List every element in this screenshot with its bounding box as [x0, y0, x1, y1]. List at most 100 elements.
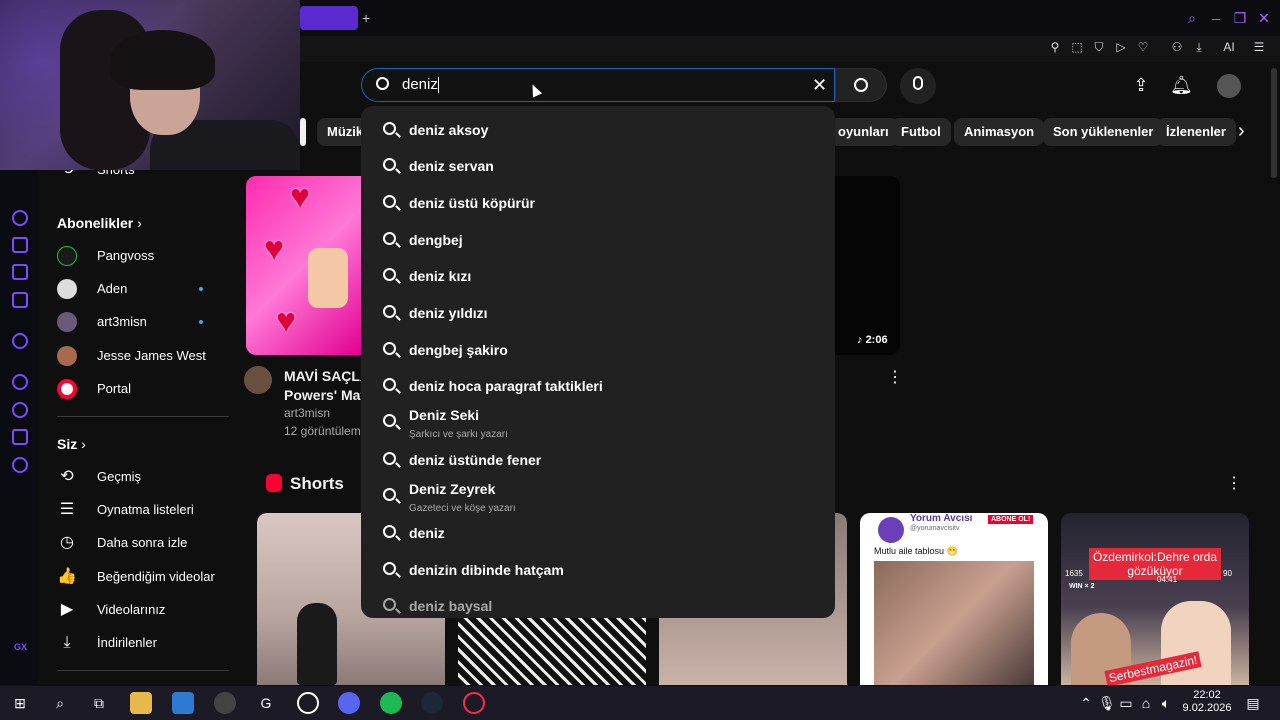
avatar[interactable]: [244, 366, 272, 394]
clear-search-icon[interactable]: ✕: [812, 75, 827, 96]
task-view-icon[interactable]: ⧉: [88, 692, 110, 714]
speed-icon[interactable]: [12, 210, 28, 226]
divider: [57, 416, 229, 417]
discord-icon[interactable]: [338, 692, 360, 714]
subscribe-badge: ABONE OL!: [988, 515, 1034, 524]
restore-icon[interactable]: ❐: [1230, 8, 1250, 28]
search-button[interactable]: [835, 68, 887, 102]
short-card[interactable]: Yorum Avcısı @yorumavcisitv ABONE OL! Mu…: [860, 513, 1048, 685]
suggestion-item[interactable]: Deniz Zeyrek Gazeteci ve köşe yazarı: [361, 478, 835, 514]
sidebar-item-your-videos[interactable]: ▶ Videolarınız: [38, 596, 238, 624]
short-card[interactable]: Özdemirkol:Dehre orda gözüküyor 1635 04:…: [1061, 513, 1249, 685]
scrollbar[interactable]: [1271, 68, 1277, 178]
ai-button[interactable]: AI: [1214, 38, 1244, 56]
tab-bar: [300, 0, 1280, 36]
m-icon[interactable]: [12, 292, 28, 308]
suggestion-item[interactable]: deniz hoca paragraf taktikleri: [361, 368, 835, 404]
player-icon[interactable]: [12, 374, 28, 390]
sidebar-item-watch-later[interactable]: ◷ Daha sonra izle: [38, 529, 238, 557]
you-heading[interactable]: Siz ›: [57, 436, 86, 452]
search-icon[interactable]: ⌕: [49, 692, 71, 714]
voice-search-button[interactable]: [900, 68, 936, 104]
chip-futbol[interactable]: Futbol: [891, 118, 951, 146]
sidebar-item-liked-videos[interactable]: 👍 Beğendiğim videolar: [38, 563, 238, 591]
bag-icon[interactable]: [12, 237, 28, 253]
video-title[interactable]: MAVİ SAÇLA Powers' Matc: [284, 367, 364, 405]
sidebar-item-history[interactable]: ⟲ Geçmiş: [38, 463, 238, 491]
spotify-icon[interactable]: [380, 692, 402, 714]
windows-start-icon[interactable]: ⊞: [9, 692, 31, 714]
minimize-icon[interactable]: –: [1206, 8, 1226, 28]
chip-son-yuklenenler[interactable]: Son yüklenenler: [1043, 118, 1164, 146]
chip-animasyon[interactable]: Animasyon: [954, 118, 1045, 146]
suggestion-item[interactable]: dengbej şakiro: [361, 332, 835, 368]
suggestion-item[interactable]: denizin dibinde hatçam: [361, 552, 835, 588]
clock[interactable]: 22:02 9.02.2026: [1180, 689, 1234, 715]
network-icon[interactable]: ⌂: [1138, 692, 1154, 714]
suggestion-item[interactable]: deniz: [361, 515, 835, 551]
search-icon: [854, 78, 868, 92]
file-explorer-icon[interactable]: [130, 692, 152, 714]
sidebar-item-aden[interactable]: Aden: [38, 275, 238, 303]
search-input[interactable]: deniz ✕: [361, 68, 835, 102]
opera-gx-icon[interactable]: [463, 692, 485, 714]
pin-icon[interactable]: ⚲: [1046, 38, 1064, 56]
search-icon[interactable]: ⌕: [1182, 8, 1202, 28]
chip-oyunlari[interactable]: oyunları: [830, 118, 899, 146]
new-tab-icon[interactable]: +: [362, 10, 376, 26]
history-icon[interactable]: [12, 402, 28, 418]
app-icon[interactable]: [172, 692, 194, 714]
sidebar-item-pangvoss[interactable]: Pangvoss: [38, 242, 238, 270]
active-tab[interactable]: [300, 6, 358, 30]
sidebar-item-portal[interactable]: Portal: [38, 375, 238, 403]
suggestion-item[interactable]: deniz baysal: [361, 588, 835, 618]
suggestion-item[interactable]: deniz aksoy: [361, 112, 835, 148]
avatar[interactable]: [1217, 74, 1241, 98]
volume-icon[interactable]: 🔈︎: [1158, 692, 1174, 714]
battery-icon[interactable]: ▭: [1118, 692, 1134, 714]
sidebar-item-jesse-james-west[interactable]: Jesse James West: [38, 342, 238, 370]
app-icon[interactable]: [214, 692, 236, 714]
extensions-icon[interactable]: [12, 429, 28, 445]
suggestion-item[interactable]: deniz servan: [361, 148, 835, 184]
channel-name[interactable]: art3misn: [284, 406, 330, 420]
download-icon[interactable]: ⤓: [1190, 38, 1208, 56]
app-icon[interactable]: G: [255, 692, 277, 714]
chatgpt-icon[interactable]: [12, 333, 28, 349]
suggestion-item[interactable]: deniz üstü köpürür: [361, 185, 835, 221]
twitch-icon[interactable]: [12, 264, 28, 280]
obs-icon[interactable]: [297, 692, 319, 714]
shorts-logo-icon: [266, 474, 282, 492]
suggestion-item[interactable]: deniz üstünde fener: [361, 442, 835, 478]
menu-icon[interactable]: ☰: [1250, 38, 1268, 56]
sidebar-item-playlists[interactable]: ☰ Oynatma listeleri: [38, 496, 238, 524]
screenshot-icon[interactable]: ⬚: [1068, 38, 1086, 56]
chip-all[interactable]: [300, 118, 306, 146]
suggestion-item[interactable]: dengbej: [361, 222, 835, 258]
video-thumbnail[interactable]: ♥ ♥ ♥: [246, 176, 362, 355]
suggestion-item[interactable]: Deniz Seki Şarkıcı ve şarkı yazarı: [361, 404, 835, 440]
notification-icon[interactable]: ▤: [1244, 692, 1262, 714]
subscriptions-heading[interactable]: Abonelikler ›: [57, 215, 142, 231]
settings-icon[interactable]: [12, 457, 28, 473]
tray-chevron-icon[interactable]: ⌃: [1078, 692, 1094, 714]
shield-icon[interactable]: ⛉: [1090, 38, 1108, 56]
video-thumbnail-right[interactable]: [835, 176, 900, 355]
search-icon: [376, 77, 389, 90]
sidebar-item-downloads[interactable]: ⤓ İndirilenler: [38, 629, 238, 657]
chevron-right-icon[interactable]: ›: [1238, 120, 1245, 143]
upload-icon[interactable]: ⇪: [1130, 74, 1152, 96]
bell-icon[interactable]: 🔔︎: [1170, 74, 1193, 96]
suggestion-item[interactable]: deniz kızı: [361, 258, 835, 294]
close-icon[interactable]: ✕: [1254, 8, 1274, 28]
profile-icon[interactable]: ⚇: [1168, 38, 1186, 56]
more-options-icon[interactable]: ⋮: [887, 367, 903, 387]
play-icon[interactable]: ▷: [1112, 38, 1130, 56]
more-options-icon[interactable]: ⋮: [1226, 473, 1242, 493]
suggestion-item[interactable]: deniz yıldızı: [361, 295, 835, 331]
sidebar-item-art3misn[interactable]: art3misn: [38, 308, 238, 336]
chip-izlenenler[interactable]: İzlenenler: [1156, 118, 1236, 146]
microphone-icon[interactable]: 🎙︎: [1098, 692, 1116, 714]
heart-icon[interactable]: ♡: [1134, 38, 1152, 56]
steam-icon[interactable]: [421, 692, 443, 714]
